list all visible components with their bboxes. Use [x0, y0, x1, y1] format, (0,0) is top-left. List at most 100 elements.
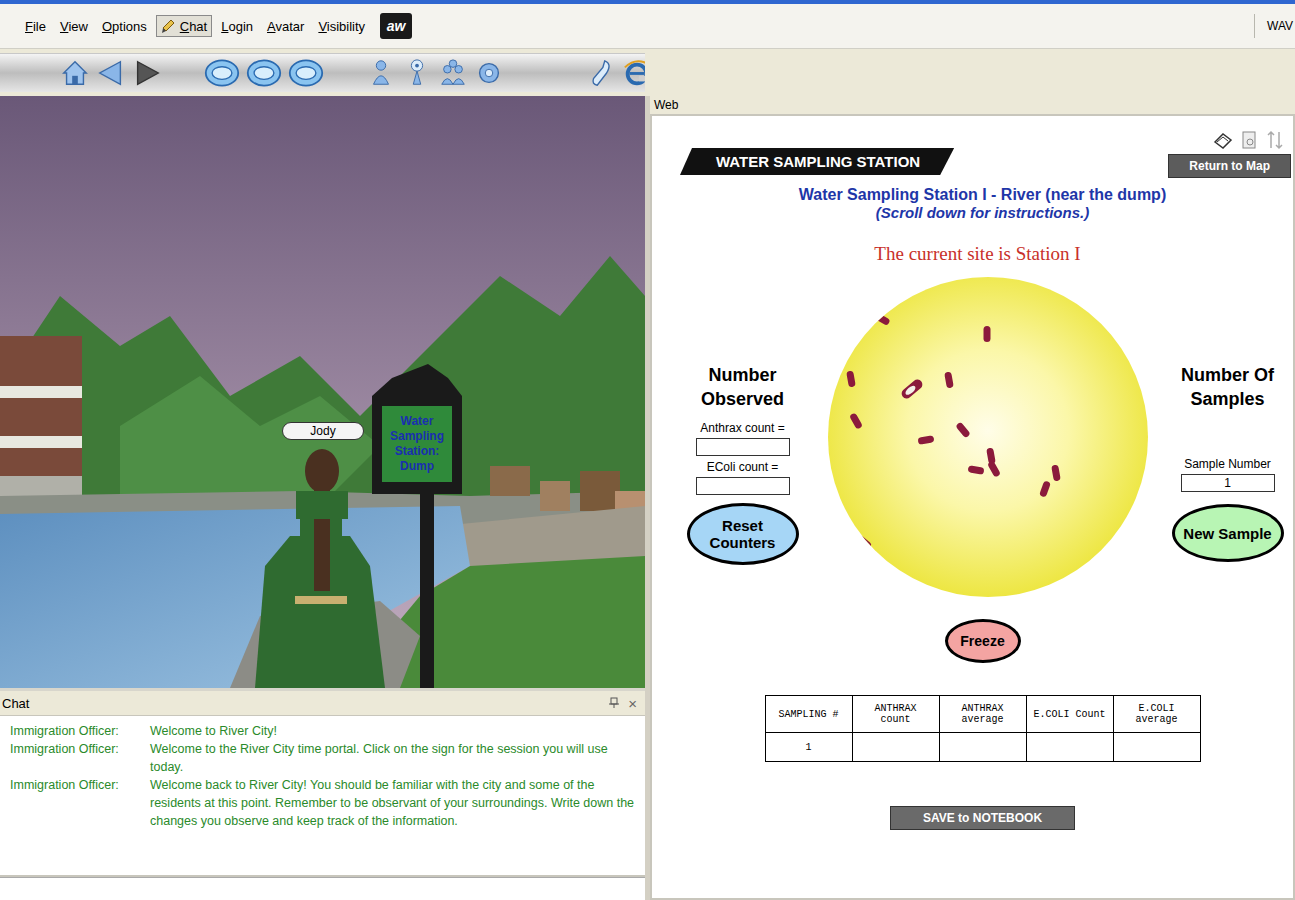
table-header: ANTHRAX count: [852, 696, 939, 733]
close-button[interactable]: ×: [628, 695, 637, 712]
save-row: SAVE to NOTEBOOK: [652, 806, 1293, 830]
bacteria-layer: [828, 277, 1148, 597]
menu-right[interactable]: WAV: [1254, 14, 1295, 38]
pin-icon[interactable]: [608, 697, 620, 709]
menu-item[interactable]: Options: [97, 16, 152, 37]
bacterium[interactable]: [983, 326, 990, 342]
forward-icon[interactable]: [132, 58, 162, 88]
main-area: Jody Water Sampling Station: Dump Chat× Imm…: [0, 96, 1295, 900]
table-header: ANTHRAX average: [939, 696, 1026, 733]
table-cell: [1113, 733, 1200, 762]
new-sample-button[interactable]: New Sample: [1172, 504, 1284, 562]
chat-speaker: Immigration Officer:: [10, 740, 150, 776]
chat-speaker: Immigration Officer:: [10, 776, 150, 830]
count-field: EColi count =: [696, 460, 790, 495]
tool-icon[interactable]: [586, 58, 616, 88]
header-tools: Return to Map: [1168, 130, 1291, 178]
view-icon[interactable]: [288, 58, 324, 88]
freeze-button[interactable]: Freeze: [945, 619, 1021, 663]
table-cell: [939, 733, 1026, 762]
menu-item[interactable]: Visibility: [313, 16, 370, 37]
current-site: The current site is Station I: [652, 243, 1293, 265]
bacterium[interactable]: [986, 460, 1000, 477]
bacterium[interactable]: [899, 377, 924, 400]
bacterium[interactable]: [967, 465, 984, 475]
back-icon[interactable]: [96, 58, 126, 88]
table-cell: [852, 733, 939, 762]
bacterium[interactable]: [1051, 465, 1061, 482]
observed-heading: Number Observed: [668, 363, 818, 411]
world-view[interactable]: Jody Water Sampling Station: Dump: [0, 96, 645, 688]
chat-text: Welcome to the River City time portal. C…: [150, 740, 635, 776]
table-header: SAMPLING #: [765, 696, 852, 733]
station-tab: WATER SAMPLING STATION: [680, 148, 954, 175]
avatar-icon[interactable]: [366, 58, 396, 88]
avatar-name-tag: Jody: [282, 422, 364, 440]
menu-item[interactable]: Login: [216, 16, 258, 37]
bacterium[interactable]: [846, 371, 856, 388]
table-cell: 1: [765, 733, 852, 762]
field-label: Anthrax count =: [700, 421, 784, 435]
count-input[interactable]: [696, 438, 790, 456]
station-sign[interactable]: Water Sampling Station: Dump: [383, 414, 451, 474]
chat-icon: [161, 18, 177, 34]
telegram-icon[interactable]: [402, 58, 432, 88]
bacterium[interactable]: [955, 422, 971, 439]
menu-item[interactable]: View: [55, 16, 93, 37]
contacts-icon[interactable]: [438, 58, 468, 88]
chat-panel: Chat×Immigration Officer:Welcome to Rive…: [0, 688, 645, 900]
bacterium[interactable]: [1038, 480, 1050, 497]
arrows-icon[interactable]: [1265, 130, 1285, 150]
save-to-notebook-button[interactable]: SAVE to NOTEBOOK: [890, 806, 1075, 830]
bacterium[interactable]: [855, 534, 872, 550]
chat-message: Immigration Officer:Welcome back to Rive…: [10, 776, 635, 830]
aw-logo-icon[interactable]: aw: [380, 13, 412, 39]
observed-column: Number Observed Anthrax count = EColi coun…: [668, 277, 818, 597]
count-field: Anthrax count =: [696, 421, 790, 456]
field-label: Sample Number: [1184, 457, 1271, 471]
bacterium[interactable]: [873, 312, 890, 326]
count-input[interactable]: [696, 477, 790, 495]
station-title: Water Sampling Station I - River (near t…: [652, 186, 1293, 204]
chat-message: Immigration Officer:Welcome to River Cit…: [10, 722, 635, 740]
page-icon[interactable]: [1239, 130, 1259, 150]
table-cell: [1026, 733, 1113, 762]
chat-message: Immigration Officer:Welcome to the River…: [10, 740, 635, 776]
field-label: EColi count =: [707, 460, 779, 474]
view-icon[interactable]: [204, 58, 240, 88]
bacterium[interactable]: [944, 372, 954, 389]
reset-counters-button[interactable]: Reset Counters: [687, 503, 799, 565]
chat-controls: ×: [608, 695, 637, 712]
table-header: E.COLI Count: [1026, 696, 1113, 733]
samples-heading: Number Of Samples: [1158, 363, 1295, 411]
chat-header: Chat×: [0, 691, 645, 716]
table-header-row: SAMPLING #ANTHRAX countANTHRAX averageE.…: [765, 696, 1200, 733]
toolbar-blank: [645, 49, 1295, 96]
toolbar: [0, 53, 645, 92]
menu-item[interactable]: Avatar: [262, 16, 309, 37]
bacterium[interactable]: [848, 412, 862, 429]
view-icon[interactable]: [246, 58, 282, 88]
menu-bar: FileViewOptionsChatLoginAvatarVisibility…: [0, 4, 1295, 49]
chat-speaker: Immigration Officer:: [10, 722, 150, 740]
chat-text: Welcome to River City!: [150, 722, 635, 740]
petri-dish[interactable]: [828, 277, 1148, 597]
sample-number-input[interactable]: [1181, 474, 1275, 492]
toolbar-row: [0, 49, 1295, 96]
results-table: SAMPLING #ANTHRAX countANTHRAX averageE.…: [765, 695, 1201, 762]
left-column: Jody Water Sampling Station: Dump Chat× Imm…: [0, 96, 645, 900]
menu-item[interactable]: File: [20, 16, 51, 37]
settings-icon[interactable]: [474, 58, 504, 88]
chat-input[interactable]: [0, 877, 645, 900]
home-icon[interactable]: [60, 58, 90, 88]
notebook-icon[interactable]: [1213, 130, 1233, 150]
chat-text: Welcome back to River City! You should b…: [150, 776, 635, 830]
bacterium[interactable]: [917, 435, 934, 445]
return-to-map-button[interactable]: Return to Map: [1168, 154, 1291, 178]
station-page: WATER SAMPLING STATION Return to Map Water…: [650, 114, 1295, 900]
samples-column: Number Of Samples Sample Number New Sample: [1158, 277, 1295, 597]
sampling-area: Number Observed Anthrax count = EColi coun…: [652, 277, 1293, 597]
menu-item[interactable]: Chat: [156, 15, 212, 37]
app-window: FileViewOptionsChatLoginAvatarVisibility…: [0, 0, 1295, 900]
sample-field: Sample Number: [1181, 457, 1275, 492]
